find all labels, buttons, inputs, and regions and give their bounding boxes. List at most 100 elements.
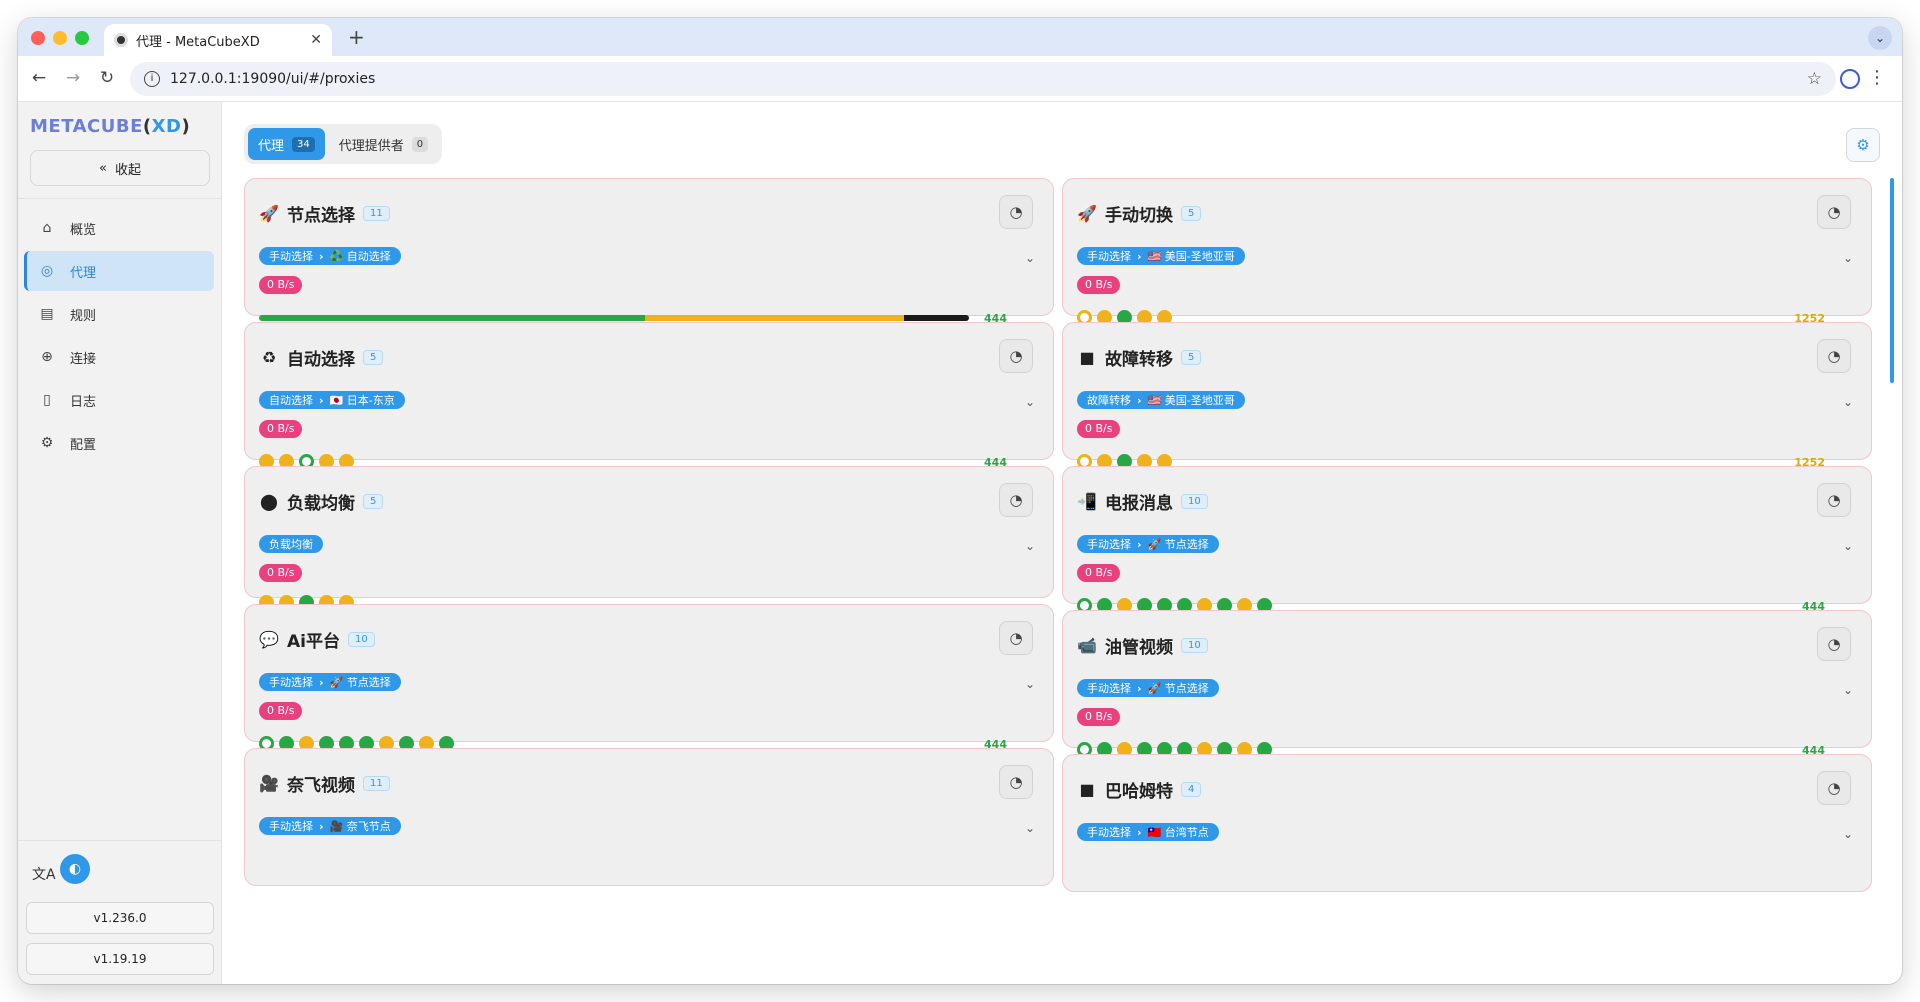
bookmark-star-icon[interactable]: ☆ xyxy=(1807,69,1822,89)
collapse-sidebar-button[interactable]: « 收起 xyxy=(30,150,210,186)
address-bar[interactable]: i 127.0.0.1:19090/ui/#/proxies ☆ xyxy=(130,62,1836,96)
tab-close-icon[interactable]: ✕ xyxy=(310,32,322,48)
url-text[interactable]: 127.0.0.1:19090/ui/#/proxies xyxy=(170,71,1807,87)
proxy-chain-badge: 手动选择 › 🇺🇸 美国-圣地亚哥 xyxy=(1077,247,1245,265)
home-icon: ⌂ xyxy=(42,220,52,236)
sidebar-item-5[interactable]: ⚙ 配置 xyxy=(24,423,214,463)
latency-test-gauge-icon[interactable]: ◔ xyxy=(999,195,1033,229)
latency-test-gauge-icon[interactable]: ◔ xyxy=(1817,195,1851,229)
sidebar-item-1[interactable]: ◎ 代理 xyxy=(24,251,214,291)
sidebar-item-2[interactable]: ▤ 规则 xyxy=(24,294,214,334)
proxy-group-card[interactable]: ■ 巴哈姆特 4 ◔ 手动选择 › 🇹🇼 台湾节点 ⌄ xyxy=(1062,754,1872,892)
chevron-right-icon: › xyxy=(1137,825,1142,839)
sidebar-item-0[interactable]: ⌂ 概览 xyxy=(24,208,214,248)
ui-version-button[interactable]: v1.236.0 xyxy=(26,902,214,934)
proxy-group-card[interactable]: ⬤ 负载均衡 5 ◔ 负载均衡 0 B/s ⌄ xyxy=(244,466,1054,610)
settings-gear-icon[interactable]: ⚙ xyxy=(1846,128,1880,162)
sidebar-item-label: 日志 xyxy=(70,394,97,410)
chevron-down-icon[interactable]: ⌄ xyxy=(1025,539,1035,553)
close-window-button[interactable] xyxy=(31,31,45,45)
profile-icon[interactable] xyxy=(1840,69,1860,89)
theme-palette-icon[interactable]: ◐ xyxy=(60,854,90,884)
browser-menu-icon[interactable]: ⋮ xyxy=(1868,67,1886,88)
chevron-down-icon[interactable]: ⌄ xyxy=(1025,395,1035,409)
proxy-chain-badge: 手动选择 › 🚀 节点选择 xyxy=(1077,535,1219,553)
latency-test-gauge-icon[interactable]: ◔ xyxy=(999,621,1033,655)
proxy-chain-badge: 负载均衡 xyxy=(259,535,323,553)
latency-test-gauge-icon[interactable]: ◔ xyxy=(999,339,1033,373)
chain-item: 🎥 奈飞节点 xyxy=(329,820,391,833)
chevron-down-icon[interactable]: ⌄ xyxy=(1843,251,1853,265)
group-count-badge: 4 xyxy=(1181,782,1202,797)
tab-proxies[interactable]: 代理 34 xyxy=(248,128,325,160)
sidebar-item-3[interactable]: ⊕ 连接 xyxy=(24,337,214,377)
tab-providers-label: 代理提供者 xyxy=(338,138,404,154)
tab-providers-count: 0 xyxy=(411,136,429,152)
chevron-down-icon[interactable]: ⌄ xyxy=(1025,821,1035,835)
chevron-down-icon[interactable]: ⌄ xyxy=(1025,251,1035,265)
group-header: 🚀 手动切换 5 xyxy=(1077,201,1202,226)
proxy-group-card[interactable]: 🚀 手动切换 5 ◔ 手动选择 › 🇺🇸 美国-圣地亚哥 0 B/s ⌄ 1252 xyxy=(1062,178,1872,325)
group-header: ■ 巴哈姆特 4 xyxy=(1077,777,1202,802)
translate-icon[interactable]: 文A xyxy=(32,864,56,884)
chevron-down-icon[interactable]: ⌄ xyxy=(1843,827,1853,841)
maximize-window-button[interactable] xyxy=(75,31,89,45)
proxy-group-card[interactable]: 📲 电报消息 10 ◔ 手动选择 › 🚀 节点选择 0 B/s ⌄ 444 xyxy=(1062,466,1872,613)
latency-test-gauge-icon[interactable]: ◔ xyxy=(999,765,1033,799)
logo-paren-open: ( xyxy=(142,116,152,137)
logo-text-xd: XD xyxy=(151,116,182,137)
proxy-group-card[interactable]: 💬 Ai平台 10 ◔ 手动选择 › 🚀 节点选择 0 B/s ⌄ 444 xyxy=(244,604,1054,751)
tab-providers[interactable]: 代理提供者 0 xyxy=(329,128,438,160)
proxy-group-card[interactable]: 📹 油管视频 10 ◔ 手动选择 › 🚀 节点选择 0 B/s ⌄ 444 xyxy=(1062,610,1872,757)
proxy-tabs: 代理 34 代理提供者 0 xyxy=(244,124,443,164)
sidebar-item-4[interactable]: ▯ 日志 xyxy=(24,380,214,420)
gear-icon: ⚙ xyxy=(40,435,54,451)
forward-arrow-icon[interactable]: → xyxy=(62,68,84,88)
telegram-icon: 📲 xyxy=(1077,492,1097,511)
latency-test-gauge-icon[interactable]: ◔ xyxy=(1817,771,1851,805)
proxy-group-card[interactable]: ■ 故障转移 5 ◔ 故障转移 › 🇺🇸 美国-圣地亚哥 0 B/s ⌄ 1252 xyxy=(1062,322,1872,469)
sidebar: METACUBE(XD) « 收起 ⌂ 概览 ◎ 代理 ▤ 规则 ⊕ 连接 ▯ 日志 ⚙ 配置 文A … xyxy=(18,102,222,984)
chain-item: 🇺🇸 美国-圣地亚哥 xyxy=(1147,250,1235,263)
tab-proxies-label: 代理 xyxy=(258,138,285,154)
chevron-down-icon[interactable]: ⌄ xyxy=(1843,395,1853,409)
site-info-icon[interactable]: i xyxy=(144,71,160,87)
sidebar-divider xyxy=(18,198,221,199)
proxy-group-card[interactable]: 🎥 奈飞视频 11 ◔ 手动选择 › 🎥 奈飞节点 ⌄ xyxy=(244,748,1054,886)
chevron-down-icon[interactable]: ⌄ xyxy=(1025,677,1035,691)
proxy-chain-badge: 自动选择 › 🇯🇵 日本-东京 xyxy=(259,391,405,409)
speed-badge: 0 B/s xyxy=(259,564,303,582)
group-name: 节点选择 xyxy=(287,206,355,226)
chain-item: 手动选择 xyxy=(1087,538,1131,551)
network-icon: ⊕ xyxy=(41,349,53,365)
core-version-button[interactable]: v1.19.19 xyxy=(26,943,214,975)
latency-bar-segment xyxy=(644,315,905,321)
proxy-group-card[interactable]: 🚀 节点选择 11 ◔ 手动选择 › ♻️ 自动选择 0 B/s ⌄ 444 xyxy=(244,178,1054,325)
latency-test-gauge-icon[interactable]: ◔ xyxy=(1817,627,1851,661)
chevron-down-icon[interactable]: ⌄ xyxy=(1843,683,1853,697)
rules-icon: ▤ xyxy=(40,306,54,322)
sidebar-item-label: 概览 xyxy=(70,222,97,238)
minimize-window-button[interactable] xyxy=(53,31,67,45)
sidebar-item-label: 规则 xyxy=(70,308,97,324)
reload-icon[interactable]: ↻ xyxy=(96,68,118,88)
latency-test-gauge-icon[interactable]: ◔ xyxy=(1817,339,1851,373)
latency-test-gauge-icon[interactable]: ◔ xyxy=(999,483,1033,517)
chevron-down-icon[interactable]: ⌄ xyxy=(1843,539,1853,553)
browser-tab[interactable]: 代理 - MetaCubeXD ✕ xyxy=(104,24,332,56)
chain-item: 手动选择 xyxy=(1087,826,1131,839)
group-count-badge: 5 xyxy=(363,494,384,509)
speed-badge: 0 B/s xyxy=(259,276,303,294)
speed-badge: 0 B/s xyxy=(1077,420,1121,438)
tab-search-chevron-icon[interactable]: ⌄ xyxy=(1868,26,1892,50)
chain-item: 🚀 节点选择 xyxy=(1147,682,1209,695)
proxy-group-card[interactable]: ♻ 自动选择 5 ◔ 自动选择 › 🇯🇵 日本-东京 0 B/s ⌄ 444 xyxy=(244,322,1054,469)
logo-text-metacube: METACUBE xyxy=(30,116,143,137)
latency-test-gauge-icon[interactable]: ◔ xyxy=(1817,483,1851,517)
tab-proxies-count: 34 xyxy=(292,136,315,152)
scrollbar[interactable] xyxy=(1890,178,1894,383)
latency-bar-segment xyxy=(259,315,645,321)
chain-item: 🇯🇵 日本-东京 xyxy=(329,394,395,407)
new-tab-button[interactable]: + xyxy=(348,25,365,49)
back-arrow-icon[interactable]: ← xyxy=(28,68,50,88)
